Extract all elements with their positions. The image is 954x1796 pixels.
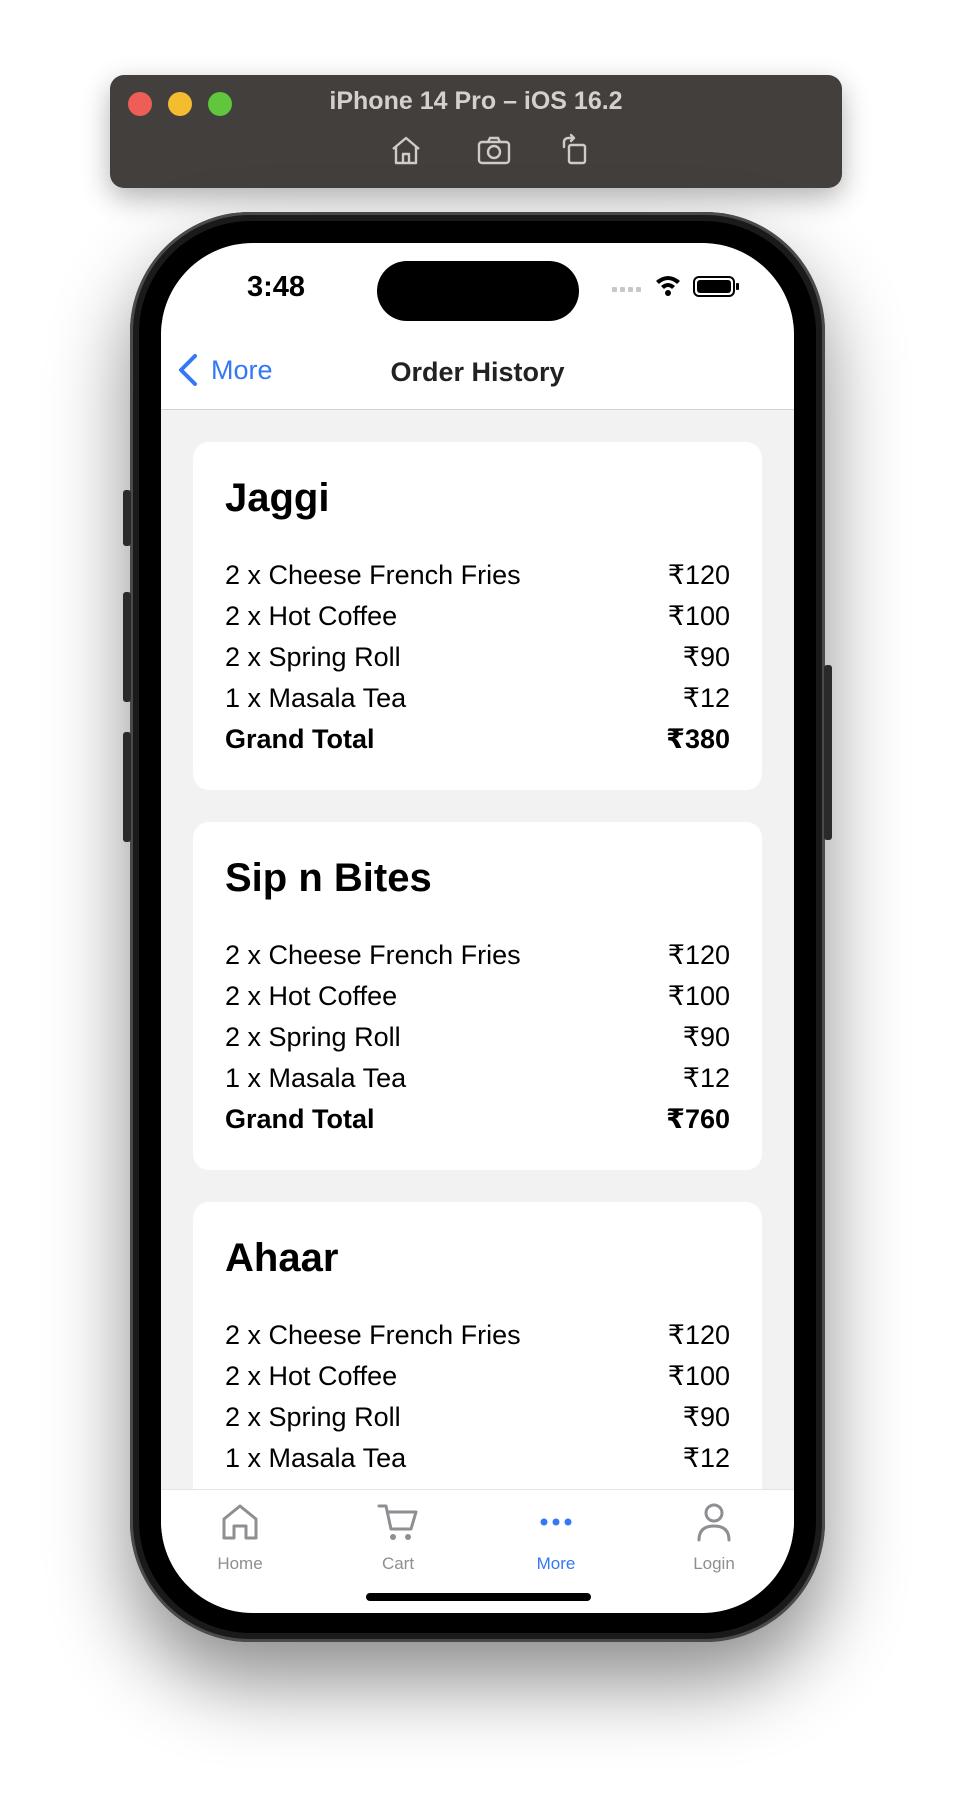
item-price: ₹120 [667, 560, 730, 590]
order-item: 2 x Spring Roll ₹90 [225, 1397, 730, 1438]
grand-total-value: ₹760 [666, 1104, 730, 1134]
phone-screen: 3:48 More Order History Jaggi 2 x Cheese… [161, 243, 794, 1613]
item-label: 2 x Cheese French Fries [225, 940, 521, 970]
tab-home[interactable]: Home [161, 1500, 319, 1574]
item-price: ₹12 [682, 683, 730, 713]
item-price: ₹100 [667, 1361, 730, 1391]
item-price: ₹100 [667, 601, 730, 631]
item-label: 2 x Spring Roll [225, 642, 401, 672]
item-price: ₹90 [682, 1402, 730, 1432]
tab-label: More [536, 1554, 576, 1573]
battery-icon [693, 276, 739, 297]
signal-icon [612, 287, 641, 292]
item-label: 2 x Hot Coffee [225, 601, 398, 631]
item-label: 2 x Hot Coffee [225, 1361, 398, 1391]
item-price: ₹12 [682, 1063, 730, 1093]
item-label: 2 x Cheese French Fries [225, 560, 521, 590]
item-price: ₹120 [667, 940, 730, 970]
order-item: 2 x Hot Coffee ₹100 [225, 976, 730, 1017]
item-label: 2 x Hot Coffee [225, 981, 398, 1011]
tab-label: Login [693, 1554, 735, 1573]
item-label: 2 x Spring Roll [225, 1402, 401, 1432]
order-item: 1 x Masala Tea ₹12 [225, 1438, 730, 1479]
wifi-icon [656, 276, 680, 296]
restaurant-name: Ahaar [225, 1236, 339, 1280]
grand-total-value: ₹380 [666, 724, 730, 754]
order-item: 2 x Hot Coffee ₹100 [225, 1356, 730, 1397]
item-label: 2 x Cheese French Fries [225, 1320, 521, 1350]
page-title: Order History [390, 357, 565, 387]
dynamic-island [377, 261, 579, 321]
power-button [824, 665, 832, 840]
restaurant-name: Jaggi [225, 476, 330, 520]
home-icon[interactable] [388, 133, 424, 167]
grand-total-label: Grand Total [225, 724, 375, 754]
order-item: 2 x Spring Roll ₹90 [225, 1017, 730, 1058]
status-time: 3:48 [247, 271, 306, 303]
tab-more[interactable]: More [477, 1500, 635, 1574]
order-item: 1 x Masala Tea ₹12 [225, 678, 730, 719]
cart-icon [377, 1504, 418, 1540]
item-price: ₹120 [667, 1320, 730, 1350]
item-price: ₹12 [682, 1443, 730, 1473]
more-icon [540, 1518, 572, 1526]
tab-login[interactable]: Login [635, 1500, 793, 1574]
rotate-icon[interactable] [556, 133, 592, 167]
order-item: 2 x Cheese French Fries ₹120 [225, 1315, 730, 1356]
grand-total-row: Grand Total ₹760 [225, 1099, 730, 1140]
item-label: 2 x Spring Roll [225, 1022, 401, 1052]
home-icon [222, 1504, 258, 1540]
item-price: ₹90 [682, 642, 730, 672]
item-price: ₹100 [667, 981, 730, 1011]
simulator-toolbar: iPhone 14 Pro – iOS 16.2 [110, 75, 842, 188]
order-item: 1 x Masala Tea ₹12 [225, 1058, 730, 1099]
order-item: 2 x Spring Roll ₹90 [225, 637, 730, 678]
screenshot-icon[interactable] [476, 133, 512, 167]
navigation-bar: More Order History [161, 335, 794, 410]
tab-label: Cart [381, 1554, 415, 1573]
grand-total-label: Grand Total [225, 1104, 375, 1134]
home-indicator[interactable] [366, 1593, 591, 1601]
grand-total-row: Grand Total ₹380 [225, 719, 730, 760]
order-item: 2 x Hot Coffee ₹100 [225, 596, 730, 637]
order-card[interactable]: Jaggi 2 x Cheese French Fries ₹120 2 x H… [193, 442, 762, 790]
tab-cart[interactable]: Cart [319, 1500, 477, 1574]
restaurant-name: Sip n Bites [225, 856, 432, 900]
item-price: ₹90 [682, 1022, 730, 1052]
tab-label: Home [217, 1554, 263, 1573]
status-icons [612, 276, 739, 297]
order-item: 2 x Cheese French Fries ₹120 [225, 935, 730, 976]
item-label: 1 x Masala Tea [225, 683, 407, 713]
item-label: 1 x Masala Tea [225, 1063, 407, 1093]
order-item: 2 x Cheese French Fries ₹120 [225, 555, 730, 596]
item-label: 1 x Masala Tea [225, 1443, 407, 1473]
person-icon [697, 1503, 731, 1542]
volume-up-button [123, 592, 131, 702]
simulator-title: iPhone 14 Pro – iOS 16.2 [329, 87, 623, 115]
order-card[interactable]: Sip n Bites 2 x Cheese French Fries ₹120… [193, 822, 762, 1170]
action-button [123, 490, 131, 546]
volume-down-button [123, 732, 131, 842]
